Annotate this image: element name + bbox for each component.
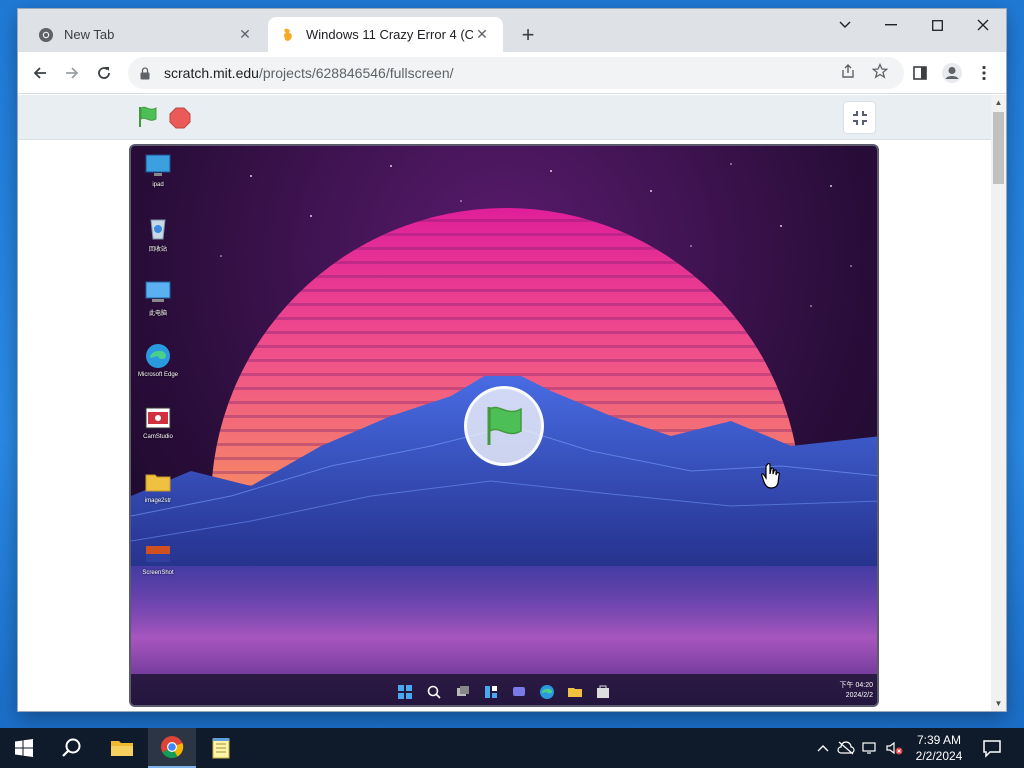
start-icon [15, 739, 33, 757]
scroll-down-arrow-icon[interactable]: ▼ [991, 696, 1006, 711]
scratch-stage[interactable]: ipad 回收站 此电脑 Microsoft Edge CamStudio im… [129, 144, 879, 707]
side-panel-icon[interactable] [906, 59, 934, 87]
chat-icon [513, 687, 525, 696]
desktop-icon-label: 此电脑 [148, 311, 167, 317]
notification-center-icon[interactable] [980, 736, 1004, 760]
image-icon [146, 546, 170, 562]
url-host: scratch.mit.edu [164, 65, 259, 81]
scratch-controls-bar [18, 95, 991, 140]
stop-button[interactable] [169, 107, 191, 129]
tab-title: Windows 11 Crazy Error 4 (Chine [306, 27, 473, 42]
address-bar[interactable]: scratch.mit.edu/projects/628846546/fulls… [128, 57, 904, 89]
tab-strip: New Tab ✕ Windows 11 Crazy Error 4 (Chin… [18, 9, 1006, 52]
tab-scratch-project[interactable]: Windows 11 Crazy Error 4 (Chine ✕ [268, 17, 503, 52]
close-tab-icon[interactable]: ✕ [473, 26, 491, 44]
taskbar-chrome[interactable] [148, 728, 196, 768]
tab-search-icon[interactable] [822, 9, 868, 41]
bookmark-star-icon[interactable] [868, 59, 892, 83]
close-window-button[interactable] [960, 9, 1006, 41]
recycle-bin-icon [150, 219, 166, 240]
search-icon [62, 738, 81, 757]
hand-cursor-icon [761, 463, 780, 489]
notepad-icon [212, 738, 230, 759]
folder-icon [145, 474, 171, 492]
close-tab-icon[interactable]: ✕ [236, 26, 254, 44]
exit-fullscreen-button[interactable] [843, 101, 876, 134]
stage-inner-taskbar: 下午 04:20 2024/2/2 [131, 674, 877, 705]
start-project-overlay[interactable] [464, 386, 544, 466]
stage-inner-clock: 下午 04:20 2024/2/2 [840, 681, 873, 701]
desktop-icon-folder[interactable]: image2str [141, 468, 175, 504]
minimize-button[interactable] [868, 9, 914, 41]
page-content: ipad 回收站 此电脑 Microsoft Edge CamStudio im… [18, 95, 991, 711]
camstudio-icon [145, 407, 171, 429]
widgets-icon [485, 686, 497, 698]
vertical-scrollbar[interactable]: ▲ ▼ [991, 95, 1006, 711]
desktop-icon-label: 回收站 [148, 247, 167, 253]
forward-button[interactable] [58, 59, 86, 87]
cloud-disabled-icon[interactable] [836, 738, 856, 758]
computer-icon [145, 281, 171, 302]
green-flag-button[interactable] [136, 105, 160, 129]
new-tab-button[interactable]: + [516, 22, 540, 47]
taskbar-file-explorer[interactable] [98, 728, 146, 768]
store-icon [597, 685, 609, 698]
tab-new-tab[interactable]: New Tab ✕ [26, 17, 266, 52]
stage-inner-date: 2024/2/2 [845, 692, 873, 699]
desktop-icon-label: ipad [152, 182, 164, 188]
desktop-icon-label: CamStudio [143, 434, 173, 440]
desktop-icon-label: Microsoft Edge [137, 372, 179, 378]
desktop-icon-screenshot[interactable]: ScreenShot [141, 540, 175, 576]
task-view-icon [457, 686, 469, 696]
scratch-icon [280, 27, 296, 43]
desktop-icon-ipad[interactable]: ipad [141, 152, 175, 188]
windows-start-icon [398, 685, 412, 699]
edge-icon [146, 344, 170, 368]
taskbar-notepad[interactable] [197, 728, 245, 768]
search-icon [427, 685, 441, 699]
scroll-up-arrow-icon[interactable]: ▲ [991, 95, 1006, 110]
network-icon[interactable] [860, 738, 880, 758]
tab-title: New Tab [64, 27, 115, 42]
chrome-icon [38, 27, 54, 43]
desktop-icon-edge[interactable]: Microsoft Edge [137, 342, 179, 378]
menu-kebab-icon[interactable] [970, 59, 998, 87]
share-icon[interactable] [836, 59, 860, 83]
desktop-icon-label: ScreenShot [142, 570, 174, 576]
browser-window: New Tab ✕ Windows 11 Crazy Error 4 (Chin… [18, 9, 1006, 711]
stage-inner-time: 下午 04:20 [839, 682, 873, 689]
desktop-icon-this-pc[interactable]: 此电脑 [141, 278, 175, 317]
desktop-icon-label: image2str [144, 498, 172, 504]
maximize-button[interactable] [914, 9, 960, 41]
file-explorer-icon [111, 741, 133, 756]
taskbar-clock[interactable]: 7:39 AM 2/2/2024 [905, 732, 973, 764]
windows-taskbar: 7:39 AM 2/2/2024 [0, 728, 1024, 768]
reload-button[interactable] [90, 59, 118, 87]
clock-time: 7:39 AM [916, 733, 962, 747]
taskbar-search-button[interactable] [48, 728, 96, 768]
url-path: /projects/628846546/fullscreen/ [258, 65, 454, 81]
green-flag-icon [487, 406, 522, 445]
lock-icon [140, 66, 154, 80]
scrollbar-thumb[interactable] [993, 112, 1004, 184]
start-button[interactable] [0, 728, 48, 768]
profile-avatar[interactable] [938, 59, 966, 87]
show-hidden-icons-chevron-icon[interactable] [813, 738, 833, 758]
back-button[interactable] [26, 59, 54, 87]
desktop-icon-camstudio[interactable]: CamStudio [141, 404, 175, 440]
file-explorer-icon [568, 688, 582, 697]
monitor-icon [145, 154, 171, 176]
chrome-icon [161, 736, 184, 758]
edge-icon [540, 685, 554, 699]
volume-muted-icon[interactable] [884, 738, 904, 758]
browser-toolbar: scratch.mit.edu/projects/628846546/fulls… [18, 52, 1006, 94]
clock-date: 2/2/2024 [915, 749, 963, 763]
desktop-icon-recycle-bin[interactable]: 回收站 [141, 214, 175, 253]
